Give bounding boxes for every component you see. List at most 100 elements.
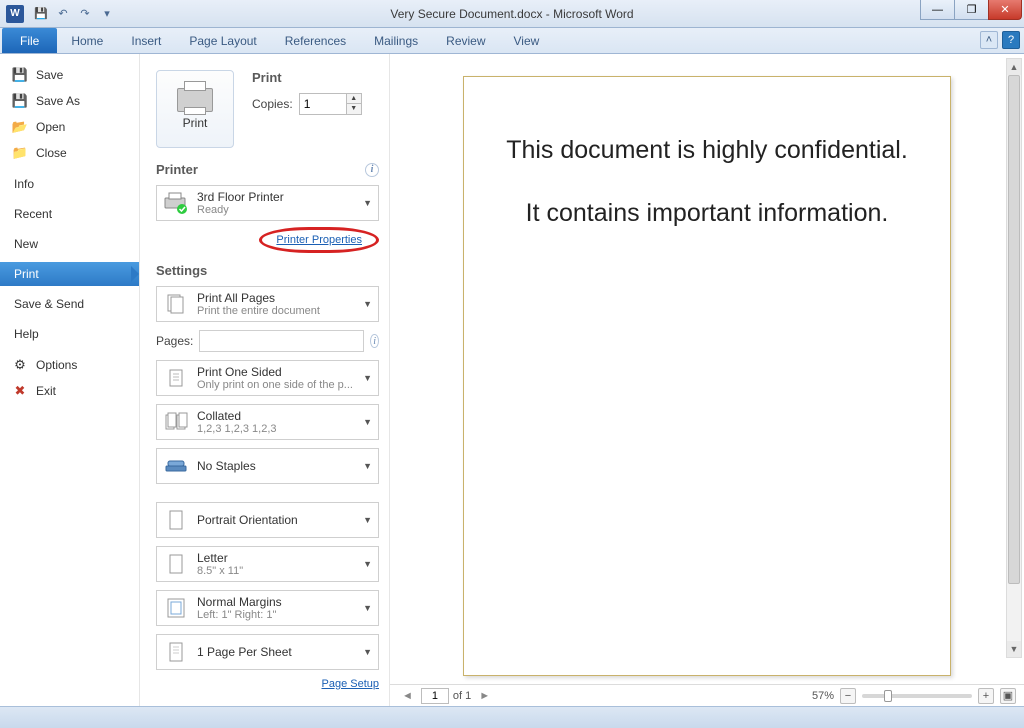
- settings-heading: Settings: [156, 263, 379, 278]
- maximize-button[interactable]: ❐: [954, 0, 988, 20]
- exit-icon: ✖: [12, 383, 28, 399]
- nav-info-label: Info: [14, 177, 34, 191]
- nav-help[interactable]: Help: [0, 322, 139, 346]
- nav-save-send[interactable]: Save & Send: [0, 292, 139, 316]
- print-button-label: Print: [183, 116, 208, 130]
- chevron-down-icon: ▼: [363, 515, 372, 525]
- nav-new[interactable]: New: [0, 232, 139, 256]
- tab-insert[interactable]: Insert: [117, 28, 175, 53]
- pages-info-icon[interactable]: i: [370, 334, 379, 348]
- collated-icon: [163, 409, 189, 435]
- nav-print-label: Print: [14, 267, 39, 281]
- nav-exit[interactable]: ✖ Exit: [0, 378, 139, 404]
- scroll-up-icon[interactable]: ▲: [1007, 59, 1021, 75]
- ribbon-tabs: File Home Insert Page Layout References …: [0, 28, 1024, 54]
- pages-row: Pages: i: [156, 330, 379, 352]
- qat-save-icon[interactable]: 💾: [32, 5, 50, 23]
- page-per-sheet-icon: [163, 639, 189, 665]
- chevron-down-icon: ▼: [363, 603, 372, 613]
- minimize-button[interactable]: —: [920, 0, 954, 20]
- nav-savesend-label: Save & Send: [14, 297, 84, 311]
- sided-dropdown[interactable]: Print One SidedOnly print on one side of…: [156, 360, 379, 396]
- nav-print[interactable]: Print: [0, 262, 139, 286]
- nav-save-as[interactable]: 💾 Save As: [0, 88, 139, 114]
- zoom-in-button[interactable]: +: [978, 688, 994, 704]
- print-scope-dropdown[interactable]: Print All PagesPrint the entire document…: [156, 286, 379, 322]
- zoom-out-button[interactable]: −: [840, 688, 856, 704]
- staples-title: No Staples: [197, 453, 256, 479]
- margins-dropdown[interactable]: Normal MarginsLeft: 1" Right: 1" ▼: [156, 590, 379, 626]
- zoom-slider-thumb[interactable]: [884, 690, 892, 702]
- printer-dropdown[interactable]: 3rd Floor Printer Ready ▼: [156, 185, 379, 221]
- print-button[interactable]: Print: [156, 70, 234, 148]
- pages-input[interactable]: [199, 330, 364, 352]
- scroll-thumb[interactable]: [1008, 75, 1020, 584]
- copies-spinner[interactable]: ▲▼: [299, 93, 362, 115]
- paper-title: Letter: [197, 551, 243, 565]
- stapler-icon: [163, 453, 189, 479]
- highlight-annotation: Printer Properties: [259, 227, 379, 253]
- nav-close[interactable]: 📁Close: [0, 140, 139, 166]
- qat-redo-icon[interactable]: ↷: [76, 5, 94, 23]
- copies-row: Copies: ▲▼: [252, 93, 362, 115]
- paper-size-dropdown[interactable]: Letter8.5" x 11" ▼: [156, 546, 379, 582]
- nav-open[interactable]: 📂Open: [0, 114, 139, 140]
- zoom-value: 57%: [812, 690, 834, 702]
- nav-close-label: Close: [36, 146, 67, 160]
- sided-sub: Only print on one side of the p...: [197, 379, 353, 391]
- nav-saveas-label: Save As: [36, 94, 80, 108]
- nav-options[interactable]: ⚙Options: [0, 352, 139, 378]
- qat-undo-icon[interactable]: ↶: [54, 5, 72, 23]
- paper-icon: [163, 551, 189, 577]
- preview-footer: ◄ of 1 ► 57% − + ▣: [390, 684, 1024, 706]
- nav-save[interactable]: 💾Save: [0, 62, 139, 88]
- tab-view[interactable]: View: [500, 28, 554, 53]
- quick-access-toolbar: 💾 ↶ ↷ ▾: [32, 5, 116, 23]
- minimize-ribbon-button[interactable]: ˄: [980, 31, 998, 49]
- printer-properties-link[interactable]: Printer Properties: [276, 234, 362, 246]
- close-button[interactable]: ✕: [988, 0, 1022, 20]
- scope-sub: Print the entire document: [197, 305, 320, 317]
- printer-status: Ready: [197, 204, 284, 216]
- qat-customize-icon[interactable]: ▾: [98, 5, 116, 23]
- nav-recent-label: Recent: [14, 207, 52, 221]
- save-icon: 💾: [12, 67, 28, 83]
- zoom-fit-button[interactable]: ▣: [1000, 688, 1016, 704]
- copies-label: Copies:: [252, 97, 293, 111]
- vertical-scrollbar[interactable]: ▲ ▼: [1006, 58, 1022, 658]
- prev-page-icon[interactable]: ◄: [398, 690, 417, 702]
- copies-up-icon[interactable]: ▲: [347, 94, 361, 104]
- nav-recent[interactable]: Recent: [0, 202, 139, 226]
- copies-input[interactable]: [300, 97, 346, 111]
- nav-info[interactable]: Info: [0, 172, 139, 196]
- scroll-track[interactable]: [1007, 75, 1021, 641]
- printer-info-icon[interactable]: i: [365, 163, 379, 177]
- tab-page-layout[interactable]: Page Layout: [175, 28, 270, 53]
- tab-mailings[interactable]: Mailings: [360, 28, 432, 53]
- zoom-slider[interactable]: [862, 694, 972, 698]
- page-number-input[interactable]: [421, 688, 449, 704]
- margins-icon: [163, 595, 189, 621]
- scroll-down-icon[interactable]: ▼: [1007, 641, 1021, 657]
- pages-label: Pages:: [156, 334, 193, 348]
- page-setup-link[interactable]: Page Setup: [322, 678, 380, 690]
- next-page-icon[interactable]: ►: [475, 690, 494, 702]
- chevron-down-icon: ▼: [363, 373, 372, 383]
- save-as-icon: 💾: [12, 93, 28, 109]
- pps-title: 1 Page Per Sheet: [197, 639, 292, 665]
- tab-references[interactable]: References: [271, 28, 360, 53]
- staples-dropdown[interactable]: No Staples ▼: [156, 448, 379, 484]
- help-button[interactable]: ?: [1002, 31, 1020, 49]
- file-tab[interactable]: File: [2, 28, 57, 53]
- page-setup-row: Page Setup: [156, 678, 379, 690]
- pages-per-sheet-dropdown[interactable]: 1 Page Per Sheet ▼: [156, 634, 379, 670]
- orientation-dropdown[interactable]: Portrait Orientation ▼: [156, 502, 379, 538]
- tab-review[interactable]: Review: [432, 28, 499, 53]
- collate-dropdown[interactable]: Collated1,2,3 1,2,3 1,2,3 ▼: [156, 404, 379, 440]
- status-bar: [0, 706, 1024, 728]
- copies-down-icon[interactable]: ▼: [347, 104, 361, 114]
- nav-exit-label: Exit: [36, 384, 56, 398]
- tab-home[interactable]: Home: [57, 28, 117, 53]
- printer-icon: [177, 88, 213, 112]
- margins-title: Normal Margins: [197, 595, 282, 609]
